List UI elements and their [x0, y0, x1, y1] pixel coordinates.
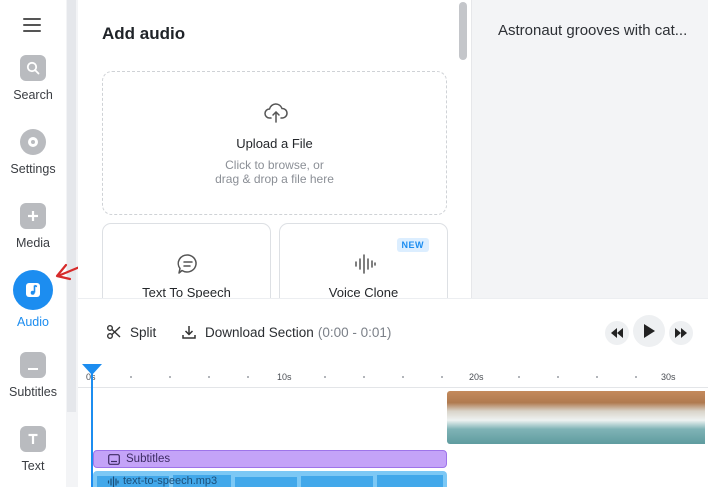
subtitles-track-label: Subtitles	[126, 453, 171, 465]
panel-scrollbar[interactable]	[459, 2, 467, 60]
audio-track[interactable]: text-to-speech.mp3	[93, 471, 447, 487]
waveform-icon	[355, 254, 376, 274]
sidebar: Search Settings Media Audio Subtitles Te…	[0, 0, 66, 487]
download-icon	[182, 326, 196, 339]
video-thumbnail	[533, 391, 619, 444]
timeline-toolbar: Split Download Section (0:00 - 0:01)	[78, 298, 708, 364]
hamburger-icon[interactable]	[23, 18, 41, 34]
subtitles-icon	[20, 352, 46, 378]
timeline[interactable]: 0s 10s 20s 30s Su	[78, 364, 708, 487]
download-section-button[interactable]: Download Section (0:00 - 0:01)	[181, 324, 391, 340]
plus-icon	[20, 203, 46, 229]
subtitles-track[interactable]: Subtitles	[93, 450, 447, 468]
sidebar-item-label: Text	[21, 459, 45, 473]
preview-area: Astronaut grooves with cat...	[472, 0, 708, 298]
tick-dot	[635, 376, 637, 378]
tick-dot	[557, 376, 559, 378]
tick-dot	[363, 376, 365, 378]
sidebar-item-label: Audio	[17, 315, 49, 329]
video-thumbnail	[619, 391, 705, 444]
play-button[interactable]	[633, 315, 665, 347]
upload-cloud-icon	[264, 103, 288, 123]
tick-dot	[441, 376, 443, 378]
tick-dot	[324, 376, 326, 378]
sidebar-item-label: Settings	[10, 162, 56, 176]
search-icon	[20, 55, 46, 81]
upload-subtitle-line: Click to browse, or	[225, 158, 324, 172]
playhead-line[interactable]	[91, 370, 93, 487]
sidebar-item-media[interactable]: Media	[0, 203, 66, 250]
tick-label: 20s	[469, 372, 484, 382]
rewind-button[interactable]	[605, 321, 629, 345]
tick-dot	[518, 376, 520, 378]
tick-dot	[596, 376, 598, 378]
sidebar-item-settings[interactable]: Settings	[0, 129, 66, 176]
split-button[interactable]: Split	[106, 324, 156, 340]
rewind-icon	[611, 328, 623, 338]
upload-title: Upload a File	[236, 136, 313, 151]
download-label: Download Section	[205, 324, 314, 340]
sidebar-scrollbar[interactable]	[67, 0, 76, 412]
video-clip[interactable]	[447, 391, 708, 444]
subtitles-icon	[108, 453, 120, 465]
editor-window: Search Settings Media Audio Subtitles Te…	[0, 0, 708, 487]
sidebar-item-label: Search	[13, 88, 53, 102]
tick-dot	[247, 376, 249, 378]
time-ruler[interactable]: 0s 10s 20s 30s	[78, 364, 708, 388]
audio-track-label: text-to-speech.mp3	[123, 475, 218, 487]
music-note-icon	[13, 270, 53, 310]
sidebar-item-search[interactable]: Search	[0, 55, 66, 102]
video-thumbnail	[447, 391, 533, 444]
play-icon	[644, 324, 655, 338]
tick-dot	[208, 376, 210, 378]
project-title[interactable]: Astronaut grooves with cat...	[498, 22, 687, 39]
tick-dot	[402, 376, 404, 378]
playhead-handle[interactable]	[82, 364, 102, 375]
add-audio-panel: Add audio Upload a File Click to browse,…	[78, 0, 472, 313]
panel-title: Add audio	[102, 24, 186, 43]
sidebar-item-label: Subtitles	[9, 385, 57, 399]
tick-dot	[130, 376, 132, 378]
sidebar-item-subtitles[interactable]: Subtitles	[0, 352, 66, 399]
tick-dot	[169, 376, 171, 378]
fast-forward-icon	[675, 328, 687, 338]
download-range: (0:00 - 0:01)	[317, 324, 392, 340]
waveform-icon	[107, 476, 119, 487]
tick-label: 30s	[661, 372, 676, 382]
settings-icon	[20, 129, 46, 155]
new-badge: NEW	[396, 238, 429, 252]
sidebar-item-text[interactable]: Text	[0, 426, 66, 473]
fast-forward-button[interactable]	[669, 321, 693, 345]
tick-label: 10s	[277, 372, 292, 382]
speech-bubble-icon	[177, 254, 197, 274]
upload-subtitle-line: drag & drop a file here	[215, 171, 334, 186]
scissors-icon	[107, 325, 121, 339]
text-icon	[20, 426, 46, 452]
upload-subtitle: Click to browse, or drag & drop a file h…	[103, 158, 446, 186]
split-label: Split	[130, 324, 157, 340]
upload-dropzone[interactable]: Upload a File Click to browse, or drag &…	[102, 71, 447, 215]
